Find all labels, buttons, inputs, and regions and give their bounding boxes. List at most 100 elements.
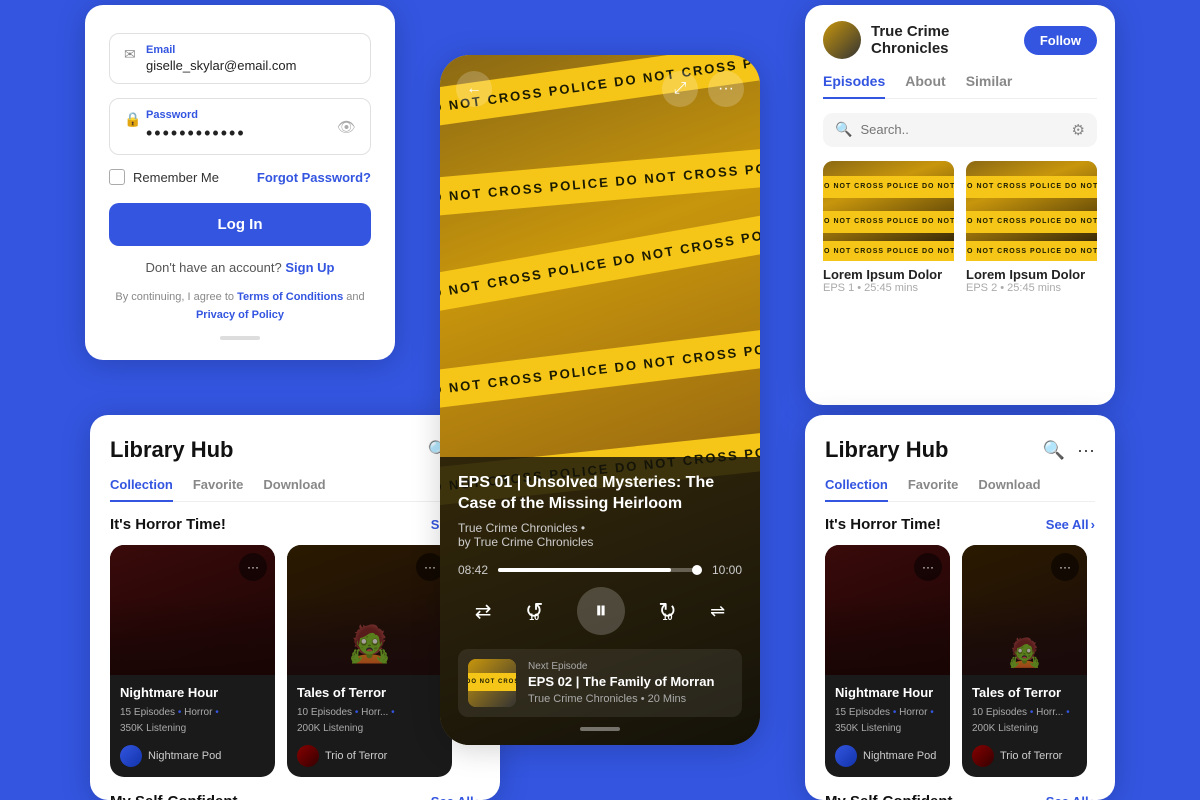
episode-meta: True Crime Chronicles • by True Crime Ch…: [458, 521, 742, 549]
my-self-section-left: My Self-Confident See All ›: [110, 793, 480, 800]
terror-avatar-left: [297, 745, 319, 767]
password-value[interactable]: ••••••••••••: [124, 123, 356, 144]
episode-meta-1: EPS 1 • 25:45 mins: [823, 282, 954, 294]
nightmare-creator-right: Nightmare Pod: [863, 750, 936, 762]
section-title-left: It's Horror Time!: [110, 516, 226, 533]
email-value[interactable]: giselle_skylar@email.com: [124, 58, 356, 73]
terror-footer-left: Trio of Terror: [287, 745, 452, 777]
tab-favorite-right[interactable]: Favorite: [908, 477, 959, 502]
more-button[interactable]: ···: [708, 71, 744, 107]
tab-about[interactable]: About: [905, 73, 945, 99]
terror-creator-left: Trio of Terror: [325, 750, 387, 762]
my-self-title-right: My Self-Confident: [825, 793, 953, 800]
player-header: ← ⤢ ···: [456, 71, 744, 107]
toggle-password-icon[interactable]: 👁: [337, 118, 356, 136]
player-panel: DO NOT CROSS POLICE DO NOT CROSS POLICE …: [440, 55, 760, 745]
tab-collection-left[interactable]: Collection: [110, 477, 173, 502]
rewind-button[interactable]: ↺ 10: [525, 598, 543, 624]
terror-footer-right: Trio of Terror: [962, 745, 1087, 777]
next-sub: True Crime Chronicles • 20 Mins: [528, 693, 732, 705]
mail-icon: ✉: [124, 46, 136, 63]
next-title: EPS 02 | The Family of Morran: [528, 674, 732, 691]
player-content: EPS 01 | Unsolved Mysteries: The Case of…: [440, 457, 760, 745]
tape-mini-1: DO NOT CROSS POLICE DO NOT CROSS: [823, 176, 954, 198]
password-field-group: 🔒 Password •••••••••••• 👁: [109, 98, 371, 155]
remember-me-group: Remember Me: [109, 169, 219, 185]
section-header-left: It's Horror Time! See All ›: [110, 516, 480, 533]
privacy-link[interactable]: Privacy of Policy: [196, 309, 284, 321]
card-menu-nightmare-left[interactable]: ···: [239, 553, 267, 581]
tape-mini-6: DO NOT CROSS POLICE DO NOT CROSS: [966, 241, 1097, 261]
search-bar: 🔍 ⚙: [823, 113, 1097, 147]
tab-episodes[interactable]: Episodes: [823, 73, 885, 99]
follow-button[interactable]: Follow: [1024, 26, 1097, 55]
shuffle-button[interactable]: ⇌: [710, 601, 725, 622]
player-scroll-indicator: [580, 727, 620, 731]
login-panel: ✉ Email giselle_skylar@email.com 🔒 Passw…: [85, 5, 395, 360]
tab-download-left[interactable]: Download: [263, 477, 325, 502]
terms-text1: By continuing, I agree to: [115, 291, 234, 303]
nightmare-info-left: Nightmare Hour 15 Episodes • Horror • 35…: [110, 675, 275, 746]
terror-title-left: Tales of Terror: [297, 685, 442, 702]
next-episode: DO NOT CROSS POLICE Next Episode EPS 02 …: [458, 649, 742, 717]
time-current: 08:42: [458, 563, 488, 577]
back-button[interactable]: ←: [456, 71, 492, 107]
email-field-group: ✉ Email giselle_skylar@email.com: [109, 33, 371, 84]
tape-mini-3: DO NOT CROSS POLICE DO NOT CROSS: [823, 241, 954, 261]
tape-mini-5: DO NOT CROSS POLICE DO NOT CROSS: [966, 211, 1097, 233]
podcast-cards-right: ··· Nightmare Hour 15 Episodes • Horror …: [825, 545, 1095, 778]
tab-collection-right[interactable]: Collection: [825, 477, 888, 502]
forgot-password-link[interactable]: Forgot Password?: [257, 170, 371, 185]
episode-card-1: DO NOT CROSS POLICE DO NOT CROSS DO NOT …: [823, 161, 954, 298]
episode-title: EPS 01 | Unsolved Mysteries: The Case of…: [458, 473, 742, 515]
remember-me-label: Remember Me: [133, 170, 219, 185]
nightmare-meta-right: 15 Episodes • Horror • 350K Listening: [835, 705, 940, 737]
remember-forgot-row: Remember Me Forgot Password?: [109, 169, 371, 185]
pause-button[interactable]: ⏸: [577, 587, 625, 635]
see-all-2-left[interactable]: See All ›: [431, 794, 480, 800]
tab-similar[interactable]: Similar: [966, 73, 1013, 99]
search-input[interactable]: [860, 122, 1063, 137]
more-icon-right[interactable]: ···: [1077, 440, 1095, 461]
share-button[interactable]: ⤢: [662, 71, 698, 107]
filter-icon[interactable]: ⚙: [1072, 121, 1085, 139]
terror-meta-left: 10 Episodes • Horr... • 200K Listening: [297, 705, 442, 737]
progress-bar[interactable]: [498, 568, 702, 572]
library-header-left: Library Hub 🔍 ···: [110, 437, 480, 463]
login-button[interactable]: Log In: [109, 203, 371, 246]
search-icon: 🔍: [835, 121, 852, 138]
library-panel-left: Library Hub 🔍 ··· Collection Favorite Do…: [90, 415, 500, 800]
lock-icon: 🔒: [124, 111, 141, 128]
library-panel-right: Library Hub 🔍 ··· Collection Favorite Do…: [805, 415, 1115, 800]
card-menu-nightmare-right[interactable]: ···: [914, 553, 942, 581]
see-all-right[interactable]: See All ›: [1046, 517, 1095, 532]
library-icons-right: 🔍 ···: [1043, 440, 1095, 461]
sign-up-link[interactable]: Sign Up: [285, 260, 334, 275]
terms-link[interactable]: Terms of Conditions: [237, 291, 343, 303]
forward-button[interactable]: ↻ 10: [658, 598, 676, 624]
terror-title-right: Tales of Terror: [972, 685, 1077, 702]
nightmare-info-right: Nightmare Hour 15 Episodes • Horror • 35…: [825, 675, 950, 746]
nightmare-avatar-right: [835, 745, 857, 767]
search-icon-right[interactable]: 🔍: [1043, 440, 1065, 461]
password-label: Password: [124, 109, 356, 121]
email-label: Email: [124, 44, 356, 56]
podcast-card-nightmare-right: ··· Nightmare Hour 15 Episodes • Horror …: [825, 545, 950, 778]
card-menu-terror-right[interactable]: ···: [1051, 553, 1079, 581]
tab-download-right[interactable]: Download: [978, 477, 1040, 502]
progress-fill: [498, 568, 671, 572]
see-all-2-right[interactable]: See All ›: [1046, 794, 1095, 800]
terror-info-left: Tales of Terror 10 Episodes • Horr... • …: [287, 675, 452, 746]
terror-meta-right: 10 Episodes • Horr... • 200K Listening: [972, 705, 1077, 737]
podcast-card-nightmare-left: ··· Nightmare Hour 15 Episodes • Horror …: [110, 545, 275, 778]
my-self-section-right: My Self-Confident See All ›: [825, 793, 1095, 800]
time-total: 10:00: [712, 563, 742, 577]
episode-thumb-2: DO NOT CROSS POLICE DO NOT CROSS DO NOT …: [966, 161, 1097, 261]
tab-favorite-left[interactable]: Favorite: [193, 477, 244, 502]
nightmare-meta-left: 15 Episodes • Horror • 350K Listening: [120, 705, 265, 737]
episode-card-2: DO NOT CROSS POLICE DO NOT CROSS DO NOT …: [966, 161, 1097, 298]
section-title-right: It's Horror Time!: [825, 516, 941, 533]
remember-me-checkbox[interactable]: [109, 169, 125, 185]
repeat-button[interactable]: ⇄: [475, 599, 492, 624]
podcast-card-terror-right: ··· 🧟 Tales of Terror 10 Episodes • Horr…: [962, 545, 1087, 778]
